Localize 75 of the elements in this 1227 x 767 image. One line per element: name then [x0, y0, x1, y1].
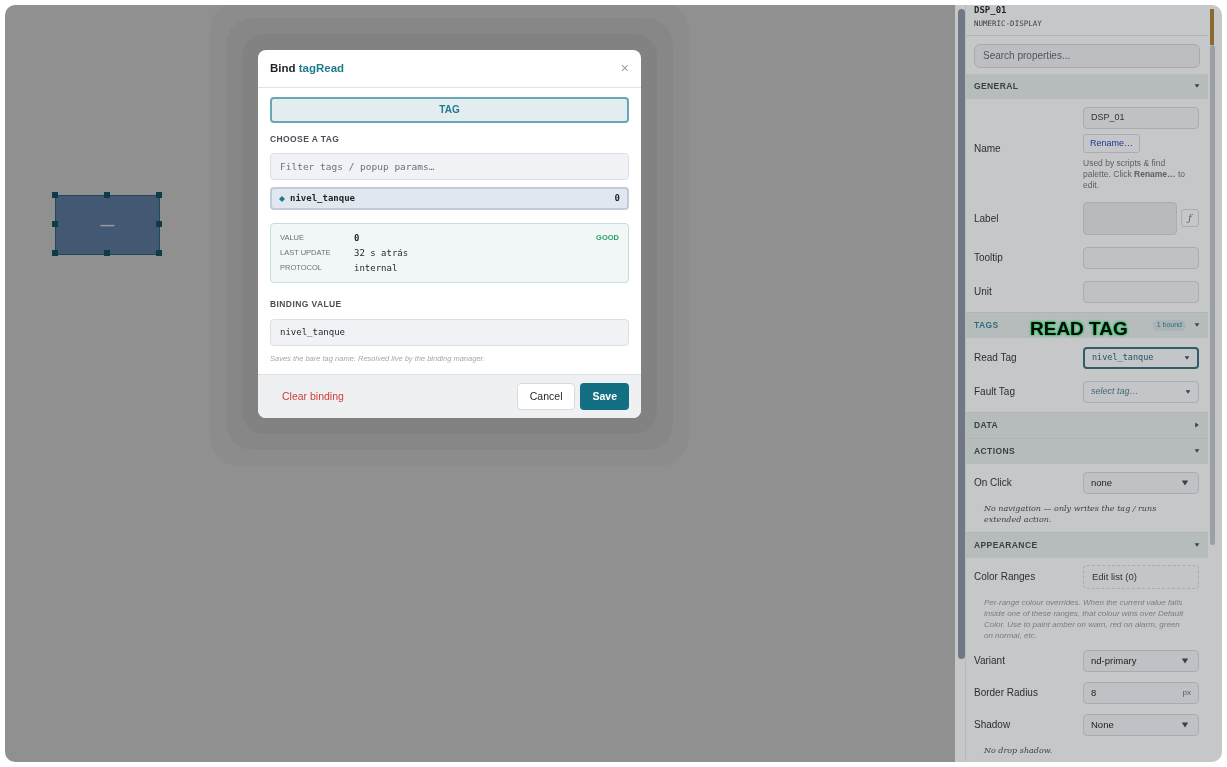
resize-handle[interactable]	[156, 192, 162, 198]
caret-icon	[1194, 422, 1200, 429]
section-label: CHOOSE A TAG	[270, 132, 341, 146]
scrollbar[interactable]	[1210, 45, 1215, 545]
dropdown[interactable]: None	[1083, 713, 1199, 736]
edit-list-button[interactable]: Edit list (0)	[1083, 564, 1199, 589]
caret-icon	[1194, 322, 1200, 329]
text-field[interactable]	[1083, 246, 1199, 269]
resize-handle[interactable]	[52, 192, 58, 198]
cancel-button[interactable]: Cancel	[516, 383, 576, 411]
property-label: Tooltip	[974, 251, 1004, 266]
property-label: Fault Tag	[974, 385, 1016, 400]
section-header[interactable]: GENERAL	[966, 73, 1208, 99]
detail-value: internal	[354, 262, 399, 275]
caret-icon	[1179, 656, 1191, 665]
help-text: Per-range colour overrides. When the current value falls inside one of these ranges, that colour wins over Default Color. Use to paint amber on warn, red on alarm, green on normal, etc.	[983, 596, 1185, 642]
property-label: Shadow	[974, 718, 1012, 733]
filter-field[interactable]: Filter tags / popup params…	[270, 153, 629, 181]
property-label: Read Tag	[974, 351, 1018, 366]
property-label: Unit	[974, 285, 993, 300]
tag-select[interactable]: select tag…	[1083, 380, 1199, 403]
caret-icon	[1179, 478, 1191, 487]
help-text: No navigation — only writes the tag / runs extended action.	[983, 502, 1158, 526]
section-label: BINDING VALUE	[270, 298, 343, 311]
section-header[interactable]: ACTIONS	[966, 438, 1208, 464]
section-header[interactable]: DATA	[966, 412, 1208, 438]
rename-button[interactable]: Rename…	[1083, 133, 1141, 153]
clear-binding-button[interactable]: Clear binding	[270, 388, 356, 405]
section-title: DATA	[974, 418, 998, 432]
caret-icon	[1184, 354, 1190, 361]
property-label: Name	[974, 142, 1002, 157]
binding-value-field[interactable]: nivel_tanque	[270, 319, 629, 346]
tag-option[interactable]: nivel_tanque 0	[270, 187, 629, 211]
section-title: ACTIONS	[974, 444, 1016, 458]
caret-icon	[1185, 388, 1191, 395]
formula-button[interactable]: ƒ	[1181, 209, 1199, 228]
resize-handle[interactable]	[52, 221, 58, 227]
dropdown[interactable]: none	[1083, 471, 1199, 494]
save-button[interactable]: Save	[580, 383, 629, 411]
property-label: Color Ranges	[974, 570, 1037, 585]
dropdown[interactable]: nd-primary	[1083, 649, 1199, 672]
property-label: Label	[974, 211, 1000, 226]
section-title: GENERAL	[974, 79, 1019, 93]
tag-tab[interactable]: TAG	[270, 96, 629, 123]
label-textarea[interactable]	[1083, 201, 1177, 235]
property-label: Border Radius	[974, 686, 1039, 701]
scrollbar[interactable]	[958, 9, 965, 659]
component-name: DSP_01	[974, 5, 1008, 16]
diamond-icon	[279, 195, 285, 202]
property-label: Variant	[974, 654, 1006, 669]
help-text: No drop shadow.	[983, 744, 1054, 757]
property-label: On Click	[974, 476, 1013, 491]
resize-handle[interactable]	[156, 221, 162, 227]
resize-handle[interactable]	[104, 250, 110, 256]
resize-handle[interactable]	[104, 192, 110, 198]
section-title: TAGS	[974, 318, 999, 332]
name-field[interactable]: DSP_01	[1083, 106, 1199, 129]
detail-value: 32 s atrás	[354, 247, 409, 260]
caret-icon	[1194, 83, 1200, 90]
resize-handle[interactable]	[156, 250, 162, 256]
caret-icon	[1179, 720, 1191, 729]
section-header[interactable]: APPEARANCE	[966, 532, 1208, 558]
help-text: Used by scripts & find palette. Click Rename… to edit.	[1083, 157, 1187, 191]
tag-select[interactable]: nivel_tanque	[1083, 346, 1199, 369]
display-value: —	[100, 215, 115, 235]
resize-handle[interactable]	[52, 250, 58, 256]
annotation-label: READ TAG	[1030, 317, 1128, 340]
caret-icon	[1194, 448, 1200, 455]
search-field[interactable]: Search properties...	[974, 43, 1200, 68]
section-title: APPEARANCE	[974, 538, 1038, 552]
dialog-title: Bind tagRead	[270, 60, 345, 76]
caret-icon	[1194, 542, 1200, 549]
text-field[interactable]	[1083, 280, 1199, 303]
number-field[interactable]: 8 px	[1083, 681, 1199, 704]
detail-value: 0	[354, 232, 361, 245]
